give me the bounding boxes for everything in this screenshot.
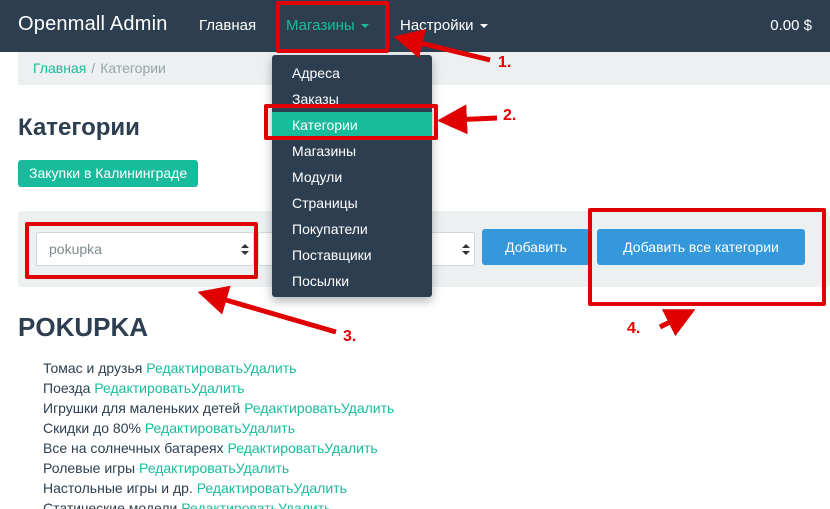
arrow-3 <box>197 285 337 335</box>
annotation-label-1: 1. <box>498 54 512 71</box>
arrow-4 <box>658 309 696 337</box>
annotation-arrows <box>197 28 696 337</box>
arrow-1 <box>393 28 491 63</box>
annotation-label-4: 4. <box>627 320 641 337</box>
annotation-label-2: 2. <box>503 107 517 124</box>
arrow-2 <box>437 104 498 135</box>
annotation-label-3: 3. <box>343 328 357 345</box>
